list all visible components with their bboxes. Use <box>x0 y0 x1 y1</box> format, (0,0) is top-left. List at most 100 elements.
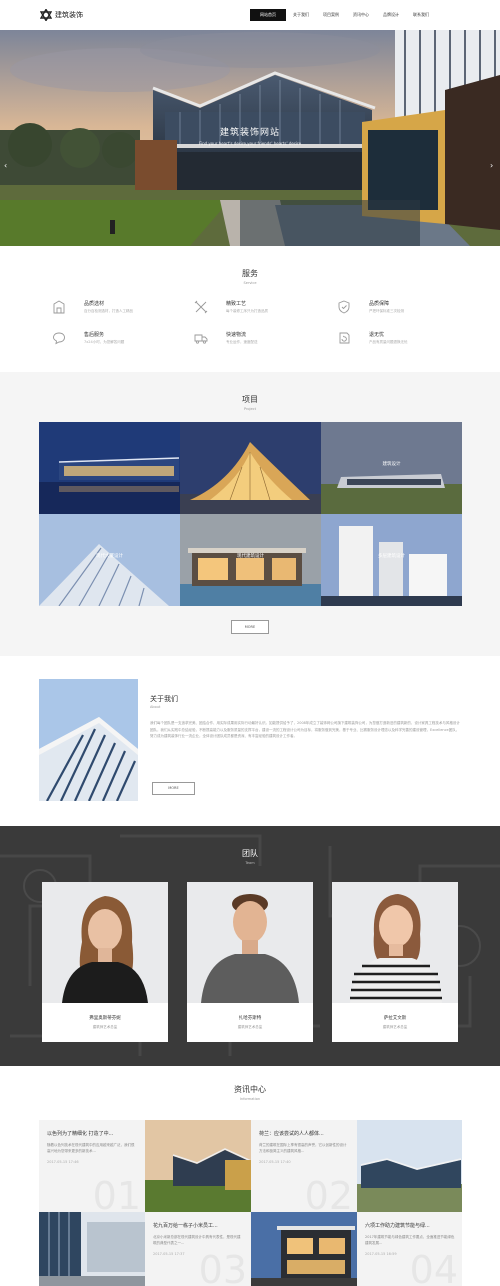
project-label: 现代建筑设计 <box>237 553 264 559</box>
project-tile[interactable]: 多层建筑设计 <box>321 514 462 606</box>
nav-item-news[interactable]: 资讯中心 <box>346 9 376 21</box>
prev-slide-icon[interactable]: ‹ <box>4 161 7 170</box>
service-item[interactable]: 品质保障 严把环保标准三次检测 <box>337 300 457 322</box>
news-title: 以色列为了精细化 打造了中... <box>47 1131 114 1137</box>
team-member-name: 弗里奥斯蒂芬妮 <box>89 1016 121 1021</box>
team-member-name: 萨拉艾文斯 <box>383 1016 407 1021</box>
team-section: 团队 Team 弗里奥斯蒂芬妮 建筑师艺术总监 扎哈芬斯特 建筑师艺术总监 萨拉… <box>0 826 500 1066</box>
project-label: 多层建筑设计 <box>378 553 405 559</box>
team-member-role: 建筑师艺术总监 <box>92 1025 118 1029</box>
news-image[interactable] <box>145 1120 251 1212</box>
service-item[interactable]: 售后服务 7x24小时，为您解答问题 <box>52 331 172 353</box>
logo[interactable]: 建筑装饰 <box>40 9 83 21</box>
nav-item-contact[interactable]: 联系我们 <box>406 9 436 21</box>
shield-icon <box>338 300 350 314</box>
nav-item-about[interactable]: 关于我们 <box>286 9 316 21</box>
service-item-title: 快速物流 <box>226 332 247 338</box>
news-desc: 2017年建筑节能与绿色建筑工作要点，全面推进节能绿色建筑发展... <box>365 1235 455 1245</box>
team-member-photo <box>187 882 313 1003</box>
service-item-title: 售后服务 <box>84 332 105 338</box>
truck-icon <box>194 334 208 344</box>
service-item-title: 品质选材 <box>84 301 105 307</box>
project-image <box>39 422 180 514</box>
service-item-title: 退无忧 <box>369 332 385 338</box>
news-image[interactable] <box>357 1120 462 1212</box>
project-image <box>321 422 462 514</box>
service-item[interactable]: 精致工艺 每个装修工序只为打造品质 <box>194 300 314 322</box>
star-of-david-icon <box>40 9 52 21</box>
project-image <box>180 514 321 606</box>
about-more-button[interactable]: MORE <box>152 782 195 795</box>
news-title: 六项工作助力建筑节能与绿... <box>365 1223 430 1229</box>
tools-icon <box>194 300 208 314</box>
nav-item-projects[interactable]: 项目案例 <box>316 9 346 21</box>
nav-item-brand[interactable]: 品牌设计 <box>376 9 406 21</box>
news-number: 01 <box>92 1174 141 1212</box>
team-member-card[interactable]: 扎哈芬斯特 建筑师艺术总监 <box>187 882 313 1042</box>
news-title: 荷兰：应该尝试的人人都体... <box>259 1131 324 1137</box>
building-icon <box>53 300 65 314</box>
about-image <box>39 679 138 801</box>
project-section: 项目 Project 建筑设计 现代大厦设计 现代建筑设计 多层建筑设计 MOR… <box>0 372 500 656</box>
news-item[interactable]: 01 以色列为了精细化 打造了中... 随着以色列技术在现代建筑中的应用越来越广… <box>39 1120 145 1212</box>
team-member-role: 建筑师艺术总监 <box>382 1025 408 1029</box>
news-image[interactable] <box>39 1212 145 1286</box>
project-image <box>39 514 180 606</box>
team-member-card[interactable]: 弗里奥斯蒂芬妮 建筑师艺术总监 <box>42 882 168 1042</box>
news-image[interactable] <box>251 1212 357 1286</box>
news-number: 04 <box>409 1248 458 1286</box>
news-title: 花九百万给一栋子小米员工... <box>153 1223 218 1229</box>
hero-banner: 建筑装饰网站 Find your heart's desire,your fri… <box>0 30 500 246</box>
team-title-en: Team <box>245 861 255 865</box>
project-title: 项目 <box>242 395 258 404</box>
service-item[interactable]: 快速物流 专业运作，速度配送 <box>194 331 314 353</box>
service-item[interactable]: 退无忧 产品有质量问题退换无忧 <box>337 331 457 353</box>
team-member-photo <box>332 882 458 1003</box>
project-image <box>321 514 462 606</box>
information-title-en: Information <box>239 1097 261 1101</box>
project-image <box>180 422 321 514</box>
news-desc: 随着以色列技术在现代建筑中的应用越来越广泛，我们很高兴地为您带来更多的新技术..… <box>47 1143 135 1153</box>
service-item-desc: 严把环保标准三次检测 <box>369 309 404 313</box>
news-number: 02 <box>304 1174 353 1212</box>
news-item[interactable]: 04 六项工作助力建筑节能与绿... 2017年建筑节能与绿色建筑工作要点，全面… <box>357 1212 462 1286</box>
team-heading: 团队 Team <box>0 848 500 865</box>
header: 建筑装饰 网站首页 关于我们 项目案例 资讯中心 品牌设计 联系我们 <box>0 0 500 30</box>
project-tile[interactable]: 建筑设计 <box>321 422 462 514</box>
news-date: 2017-05-15 17:40 <box>259 1160 291 1164</box>
service-item-desc: 7x24小时，为您解答问题 <box>84 340 125 344</box>
team-member-card[interactable]: 萨拉艾文斯 建筑师艺术总监 <box>332 882 458 1042</box>
news-item[interactable]: 02 荷兰：应该尝试的人人都体... 荷兰的建筑在国际上享有很高的声誉，它以创新… <box>251 1120 357 1212</box>
news-item[interactable]: 03 花九百万给一栋子小米员工... 北京小米新总部在现代建筑设计中具有代表性，… <box>145 1212 251 1286</box>
project-heading: 项目 Project <box>0 394 500 411</box>
service-heading: 服务 Service <box>0 268 500 285</box>
news-desc: 北京小米新总部在现代建筑设计中具有代表性，是现代建筑的典型代表之一... <box>153 1235 241 1245</box>
service-item-desc: 每个装修工序只为打造品质 <box>226 309 268 313</box>
information-heading: 资讯中心 Information <box>0 1084 500 1101</box>
project-more-button[interactable]: MORE <box>231 620 269 634</box>
news-date: 2017-05-15 17:46 <box>47 1160 79 1164</box>
about-title: 关于我们 <box>150 695 178 703</box>
news-date: 2017-05-15 16:59 <box>365 1252 397 1256</box>
team-member-photo <box>42 882 168 1003</box>
information-title: 资讯中心 <box>234 1085 266 1094</box>
team-member-role: 建筑师艺术总监 <box>237 1025 263 1029</box>
hero-title: 建筑装饰网站 <box>219 128 280 138</box>
next-slide-icon[interactable]: › <box>490 161 493 170</box>
hero-caption: 建筑装饰网站 Find your heart's desire,your fri… <box>180 125 320 146</box>
main-nav: 网站首页 关于我们 项目案例 资讯中心 品牌设计 联系我们 <box>250 9 436 21</box>
service-item[interactable]: 品质选材 百分百检测选材，打造人工精品 <box>52 300 172 322</box>
service-item-desc: 产品有质量问题退换无忧 <box>369 340 408 344</box>
team-member-name: 扎哈芬斯特 <box>238 1016 262 1021</box>
service-title: 服务 <box>242 269 258 278</box>
nav-item-home[interactable]: 网站首页 <box>250 9 286 21</box>
project-label: 现代大厦设计 <box>96 553 123 559</box>
project-tile[interactable] <box>180 422 321 514</box>
project-tile[interactable]: 现代建筑设计 <box>180 514 321 606</box>
hero-subtitle: Find your heart's desire,your friends' h… <box>198 141 302 146</box>
news-date: 2017-05-15 17:37 <box>153 1252 185 1256</box>
logo-text: 建筑装饰 <box>55 11 83 19</box>
project-tile[interactable] <box>39 422 180 514</box>
service-item-desc: 专业运作，速度配送 <box>226 340 258 344</box>
project-tile[interactable]: 现代大厦设计 <box>39 514 180 606</box>
